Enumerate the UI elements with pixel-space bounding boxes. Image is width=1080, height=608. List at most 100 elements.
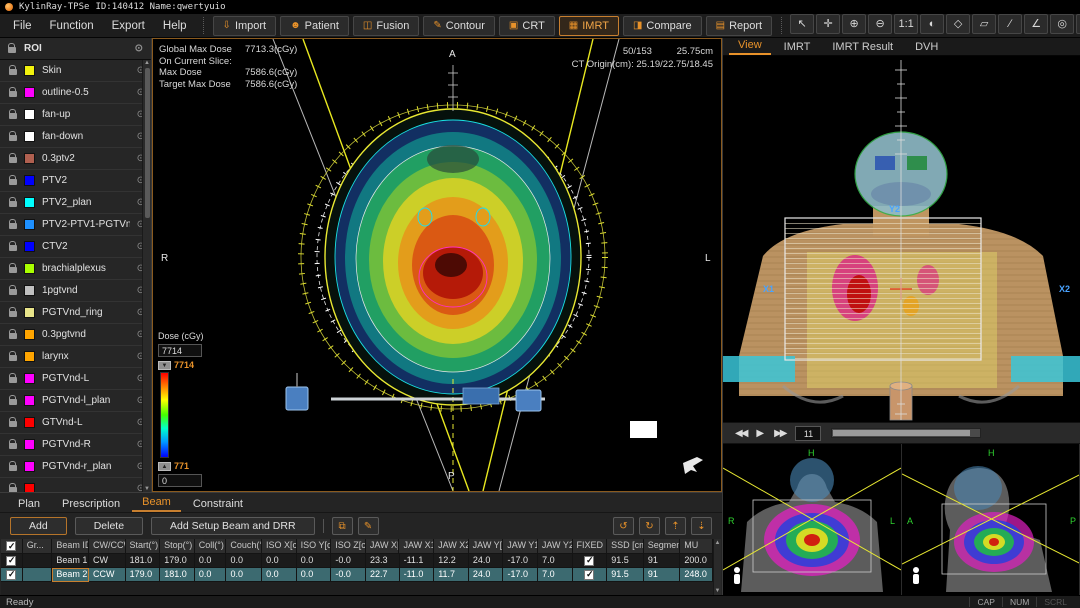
- beam-cell[interactable]: 0.0: [262, 568, 297, 582]
- beam-cell[interactable]: CW: [89, 554, 126, 568]
- tab-plan[interactable]: Plan: [8, 496, 50, 512]
- lock-icon[interactable]: [9, 267, 17, 273]
- beam-table-row[interactable]: Beam 1CW181.0179.00.00.00.00.0-0.023.3-1…: [1, 554, 713, 568]
- beam-cell[interactable]: 7.0: [538, 554, 573, 568]
- point-profile-tool[interactable]: ▱: [972, 14, 996, 34]
- lock-icon[interactable]: [9, 333, 17, 339]
- beam-cell[interactable]: [23, 568, 53, 582]
- lock-icon[interactable]: [9, 179, 17, 185]
- roi-scrollbar[interactable]: ▲ ▼: [142, 60, 151, 492]
- roi-item[interactable]: GTVnd-L⊙: [0, 412, 151, 434]
- beam-cell[interactable]: CCW: [89, 568, 126, 582]
- dose-colorbar[interactable]: [160, 372, 169, 458]
- beam-cell[interactable]: 181.0: [126, 554, 161, 568]
- pointer-tool[interactable]: ↖: [790, 14, 814, 34]
- beam-cell[interactable]: -17.0: [503, 554, 538, 568]
- roi-item[interactable]: fan-down⊙: [0, 126, 151, 148]
- fixed-checkbox-icon[interactable]: [584, 556, 594, 566]
- roi-item[interactable]: 0.3ptv2⊙: [0, 148, 151, 170]
- roi-item[interactable]: brachialplexus⊙: [0, 258, 151, 280]
- coronal-dose-view[interactable]: H R L: [723, 444, 902, 595]
- roi-item[interactable]: PTV2-PTV1-PGTVnd-PGTVn:⊙: [0, 214, 151, 236]
- step-back-button[interactable]: ◀◀: [735, 428, 746, 439]
- tab-imrt-result[interactable]: IMRT Result: [823, 39, 902, 55]
- beam-cell[interactable]: 179.0: [126, 568, 161, 582]
- lock-icon[interactable]: [9, 201, 17, 207]
- beam-cell[interactable]: 23.3: [366, 554, 400, 568]
- scroll-down-icon[interactable]: ▼: [144, 486, 150, 492]
- menu-help[interactable]: Help: [154, 17, 196, 35]
- imrt-module-button[interactable]: ▦IMRT: [559, 16, 619, 36]
- roi-item[interactable]: 1pgtvnd⊙: [0, 280, 151, 302]
- fixed-checkbox-icon[interactable]: [584, 570, 594, 580]
- beam-cell[interactable]: 181.0: [160, 568, 195, 582]
- axial-dose-viewport[interactable]: A R L P Global Max Dose 7713.3(cGy) On C…: [152, 38, 722, 492]
- copy-beam-button[interactable]: ⧉: [332, 517, 353, 535]
- roi-header[interactable]: ROI ⊙: [0, 38, 151, 60]
- tab-prescription[interactable]: Prescription: [52, 496, 130, 512]
- add-beam-button[interactable]: Add: [10, 517, 67, 535]
- gantry-tool[interactable]: ◎: [1050, 14, 1074, 34]
- roi-item[interactable]: PGTVnd-r_plan⊙: [0, 456, 151, 478]
- scroll-up-icon[interactable]: ▲: [144, 60, 150, 66]
- roi-item[interactable]: PGTVnd-l_plan⊙: [0, 390, 151, 412]
- beam-cell[interactable]: -0.0: [331, 568, 366, 582]
- beam-cell[interactable]: 91.5: [607, 568, 644, 582]
- move-down-button[interactable]: ⇣: [691, 517, 712, 535]
- roi-item[interactable]: ⊙: [0, 478, 151, 492]
- cube-3d-tool[interactable]: ◇: [946, 14, 970, 34]
- row-checkbox[interactable]: [1, 554, 23, 568]
- beam-cell[interactable]: Beam 2: [52, 568, 89, 582]
- lock-icon[interactable]: [9, 157, 17, 163]
- dose-max-input[interactable]: 7714: [158, 344, 202, 357]
- play-button[interactable]: ▶: [756, 428, 764, 439]
- lock-icon[interactable]: [9, 135, 17, 141]
- roi-item[interactable]: PTV2⊙: [0, 170, 151, 192]
- roi-item[interactable]: PGTVnd-L⊙: [0, 368, 151, 390]
- beam-cell[interactable]: 0.0: [297, 554, 332, 568]
- eye-icon[interactable]: ⊙: [135, 43, 143, 54]
- beam-eye-viewport[interactable]: Y2 X1 X2: [723, 56, 1080, 422]
- tab-view[interactable]: View: [729, 37, 771, 55]
- lock-icon[interactable]: [9, 377, 17, 383]
- beam-table-scrollbar[interactable]: ▲ ▼: [713, 539, 721, 595]
- patient-module-button[interactable]: ☻Patient: [280, 16, 349, 36]
- beam-cell[interactable]: -0.0: [331, 554, 366, 568]
- beam-cell[interactable]: 7.0: [538, 568, 573, 582]
- beam-cell[interactable]: 24.0: [469, 568, 504, 582]
- menu-file[interactable]: File: [4, 17, 41, 35]
- beam-cell[interactable]: -11.1: [400, 554, 435, 568]
- beam-cell[interactable]: 91: [644, 568, 681, 582]
- beam-cell[interactable]: [23, 554, 53, 568]
- pan-tool[interactable]: ✛: [816, 14, 840, 34]
- beam-cell[interactable]: 0.0: [226, 568, 262, 582]
- rotate-ccw-button[interactable]: ↺: [613, 517, 634, 535]
- fusion-module-button[interactable]: ◫Fusion: [353, 16, 419, 36]
- lock-icon[interactable]: [9, 443, 17, 449]
- beam-cell[interactable]: 0.0: [297, 568, 332, 582]
- beam-cell[interactable]: 0.0: [262, 554, 297, 568]
- beam-cell[interactable]: [573, 554, 608, 568]
- roi-item[interactable]: larynx⊙: [0, 346, 151, 368]
- lock-icon[interactable]: [9, 421, 17, 427]
- import-module-button[interactable]: ⇩Import: [213, 16, 277, 36]
- sagittal-dose-view[interactable]: H A P: [902, 444, 1080, 595]
- segment-index-value[interactable]: 11: [795, 426, 821, 441]
- roi-item[interactable]: Skin⊙: [0, 60, 151, 82]
- roi-item[interactable]: PGTVnd_ring⊙: [0, 302, 151, 324]
- scroll-up-icon[interactable]: ▲: [715, 540, 721, 546]
- dose-min-input[interactable]: 0: [158, 474, 202, 487]
- checkbox-icon[interactable]: [6, 541, 16, 551]
- lock-icon[interactable]: [9, 91, 17, 97]
- contrast-tool[interactable]: ◐: [920, 14, 944, 34]
- compare-module-button[interactable]: ◨Compare: [623, 16, 702, 36]
- beam-cell[interactable]: Beam 1: [52, 554, 89, 568]
- lock-icon[interactable]: [9, 113, 17, 119]
- scroll-down-icon[interactable]: ▼: [715, 588, 721, 594]
- beam-cell[interactable]: 200.0: [680, 554, 713, 568]
- beam-cell[interactable]: 248.0: [680, 568, 713, 582]
- delete-beam-button[interactable]: Delete: [75, 517, 143, 535]
- beam-cell[interactable]: 22.7: [366, 568, 400, 582]
- lock-icon[interactable]: [9, 245, 17, 251]
- beam-cell[interactable]: 12.2: [434, 554, 469, 568]
